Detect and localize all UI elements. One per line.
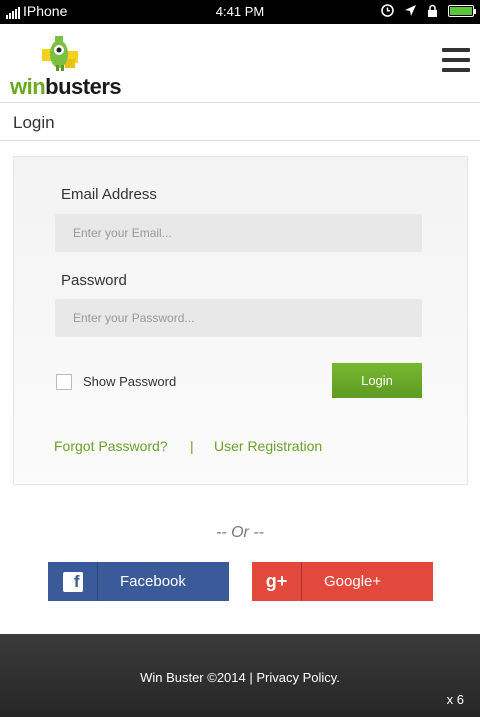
user-registration-link[interactable]: User Registration — [214, 438, 322, 454]
login-button[interactable]: Login — [332, 363, 422, 398]
show-password-label[interactable]: Show Password — [83, 374, 176, 389]
copyright-text: Win Buster ©2014 | — [140, 670, 257, 685]
facebook-label: Facebook — [120, 573, 186, 590]
google-label: Google+ — [324, 573, 382, 590]
clock-icon — [381, 4, 394, 17]
facebook-login-button[interactable]: f Facebook — [48, 562, 229, 601]
logo-win: win — [10, 74, 46, 99]
show-password-checkbox[interactable] — [56, 374, 72, 390]
location-arrow-icon — [405, 5, 416, 16]
footer: Win Buster ©2014 | Privacy Policy. x 6 — [0, 634, 480, 717]
facebook-icon: f — [48, 562, 98, 601]
page-title: Login — [13, 113, 55, 132]
link-separator: | — [190, 438, 194, 454]
google-plus-icon: g+ — [252, 562, 302, 601]
email-label: Email Address — [61, 186, 157, 203]
status-icons — [381, 4, 476, 17]
winbusters-logo: winbusters — [10, 32, 122, 99]
forgot-password-link[interactable]: Forgot Password? — [54, 438, 168, 454]
or-divider: -- Or -- — [216, 524, 264, 541]
app-header: winbusters — [0, 24, 480, 103]
google-login-button[interactable]: g+ Google+ — [252, 562, 433, 601]
logo-wordmark: winbusters — [10, 74, 122, 100]
page-title-bar: Login — [0, 103, 480, 141]
hamburger-menu-icon[interactable] — [442, 48, 470, 72]
password-label: Password — [61, 272, 127, 289]
email-input[interactable] — [55, 214, 422, 252]
zoom-indicator: x 6 — [446, 692, 464, 707]
password-input[interactable] — [55, 299, 422, 337]
status-bar: IPhone 4:41 PM — [0, 0, 480, 24]
login-form: Email Address Password Show Password Log… — [13, 156, 468, 485]
logo-busters: busters — [45, 74, 122, 99]
privacy-policy-link[interactable]: Privacy Policy. — [256, 670, 340, 685]
lock-icon — [428, 4, 437, 17]
battery-icon — [448, 4, 476, 17]
footer-copyright: Win Buster ©2014 | Privacy Policy. — [0, 670, 480, 685]
mascot-icon — [42, 36, 78, 71]
